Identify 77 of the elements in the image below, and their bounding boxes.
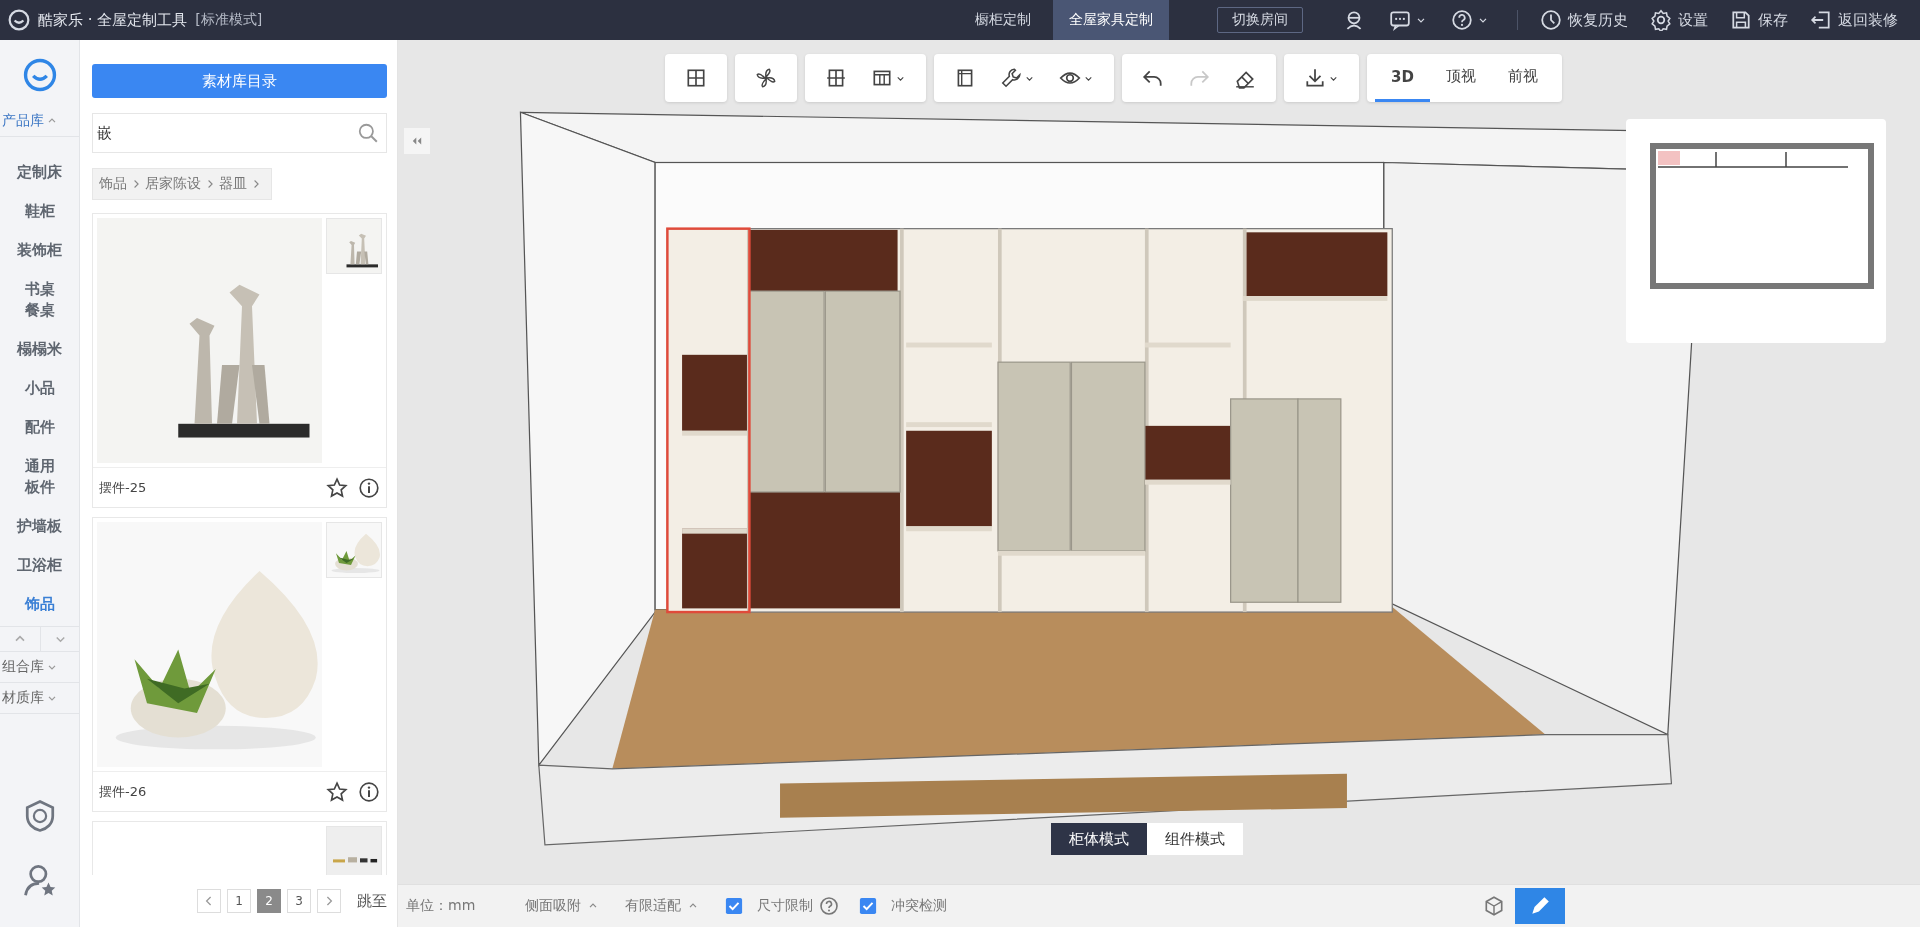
- checkbox[interactable]: [859, 897, 878, 915]
- clock-icon: [1540, 9, 1562, 31]
- category-item[interactable]: 护墙板: [0, 507, 79, 546]
- favorite-star-icon[interactable]: [326, 476, 348, 499]
- top-tab[interactable]: 全屋家具定制: [1053, 0, 1169, 40]
- wrench-icon: [1000, 67, 1022, 89]
- thumbnail[interactable]: [326, 522, 382, 578]
- category-item[interactable]: 榻榻米: [0, 330, 79, 369]
- help-icon: [1451, 9, 1473, 31]
- catalog-button[interactable]: 素材库目录: [92, 64, 387, 98]
- collapse-panel-icon[interactable]: [404, 128, 430, 154]
- switch-room-button[interactable]: 切换房间: [1217, 7, 1303, 33]
- checkbox-label: 冲突检测: [891, 897, 948, 915]
- logo-icon: [8, 9, 30, 31]
- product-name: 摆件-26: [99, 782, 148, 801]
- breadcrumb-link[interactable]: 饰品: [99, 175, 127, 193]
- save-button[interactable]: 保存: [1730, 9, 1788, 31]
- dropdown-toggle[interactable]: 有限适配: [625, 897, 700, 915]
- view-tab[interactable]: 顶视: [1429, 54, 1492, 102]
- category-item[interactable]: 定制床: [0, 153, 79, 192]
- favorite-star-icon[interactable]: [326, 780, 348, 803]
- breadcrumb-link[interactable]: 居家陈设: [145, 175, 201, 193]
- page-button[interactable]: 1: [227, 889, 251, 913]
- checkbox[interactable]: [725, 897, 744, 915]
- user-star-icon[interactable]: [22, 863, 57, 897]
- thumbnail[interactable]: [326, 218, 382, 274]
- breadcrumb-link[interactable]: 器皿: [219, 175, 247, 193]
- unit-label: 单位：mm: [406, 897, 476, 915]
- category-item[interactable]: 装饰柜: [0, 231, 79, 270]
- jump-label: 跳至: [357, 891, 387, 911]
- product-name: 摆件-25: [99, 478, 148, 497]
- page-button[interactable]: 3: [287, 889, 311, 913]
- category-item[interactable]: 书桌餐桌: [0, 270, 79, 330]
- thumbnail[interactable]: [326, 826, 382, 875]
- chat-icon: [1389, 9, 1411, 31]
- cube-icon[interactable]: [1483, 895, 1505, 917]
- search-field[interactable]: 嵌: [92, 113, 387, 153]
- category-item[interactable]: 鞋柜: [0, 192, 79, 231]
- grid-icon: [685, 67, 707, 89]
- help-menu-button[interactable]: [1451, 9, 1489, 31]
- top-tab[interactable]: 橱柜定制: [953, 0, 1053, 40]
- library-header[interactable]: 材质库: [0, 683, 79, 714]
- exit-button[interactable]: 返回装修: [1810, 9, 1898, 31]
- pen-tool-button[interactable]: [1515, 888, 1565, 924]
- page-button[interactable]: 2: [257, 889, 281, 913]
- view-tab[interactable]: 前视: [1491, 54, 1554, 102]
- message-menu-button[interactable]: [1389, 9, 1427, 31]
- help-icon[interactable]: [819, 896, 840, 916]
- fan-icon: [755, 67, 777, 89]
- view-tab[interactable]: 3D: [1375, 54, 1430, 102]
- search-icon[interactable]: [357, 122, 379, 144]
- dropdown-toggle[interactable]: 侧面吸附: [525, 897, 600, 915]
- mode-tab[interactable]: 柜体模式: [1051, 823, 1147, 855]
- category-item[interactable]: 通用板件: [0, 447, 79, 507]
- product-card[interactable]: 摆件-26: [92, 517, 387, 812]
- library-header[interactable]: 产品库: [0, 106, 79, 137]
- category-item[interactable]: 卫浴柜: [0, 546, 79, 585]
- info-icon[interactable]: [358, 476, 380, 499]
- history-button[interactable]: 恢复历史: [1540, 9, 1628, 31]
- download-icon: [1304, 67, 1326, 89]
- category-item[interactable]: 小品: [0, 369, 79, 408]
- minimap-panel[interactable]: [1626, 119, 1886, 343]
- info-icon[interactable]: [358, 780, 380, 803]
- app-title: 酷家乐 · 全屋定制工具: [38, 10, 188, 30]
- logo-icon: [22, 58, 57, 92]
- pen-icon: [1529, 895, 1551, 917]
- exit-icon: [1810, 9, 1832, 31]
- product-card[interactable]: 摆件-25: [92, 213, 387, 508]
- mode-label: [标准模式]: [195, 11, 263, 29]
- settings-icon: [1650, 9, 1672, 31]
- mode-tab[interactable]: 组件模式: [1147, 823, 1243, 855]
- checkbox-label: 尺寸限制: [757, 897, 814, 915]
- split-icon: [825, 67, 847, 89]
- category-item[interactable]: 饰品: [0, 585, 79, 624]
- category-item[interactable]: 配件: [0, 408, 79, 447]
- library-header[interactable]: 组合库: [0, 652, 79, 683]
- settings-button[interactable]: 设置: [1650, 9, 1708, 31]
